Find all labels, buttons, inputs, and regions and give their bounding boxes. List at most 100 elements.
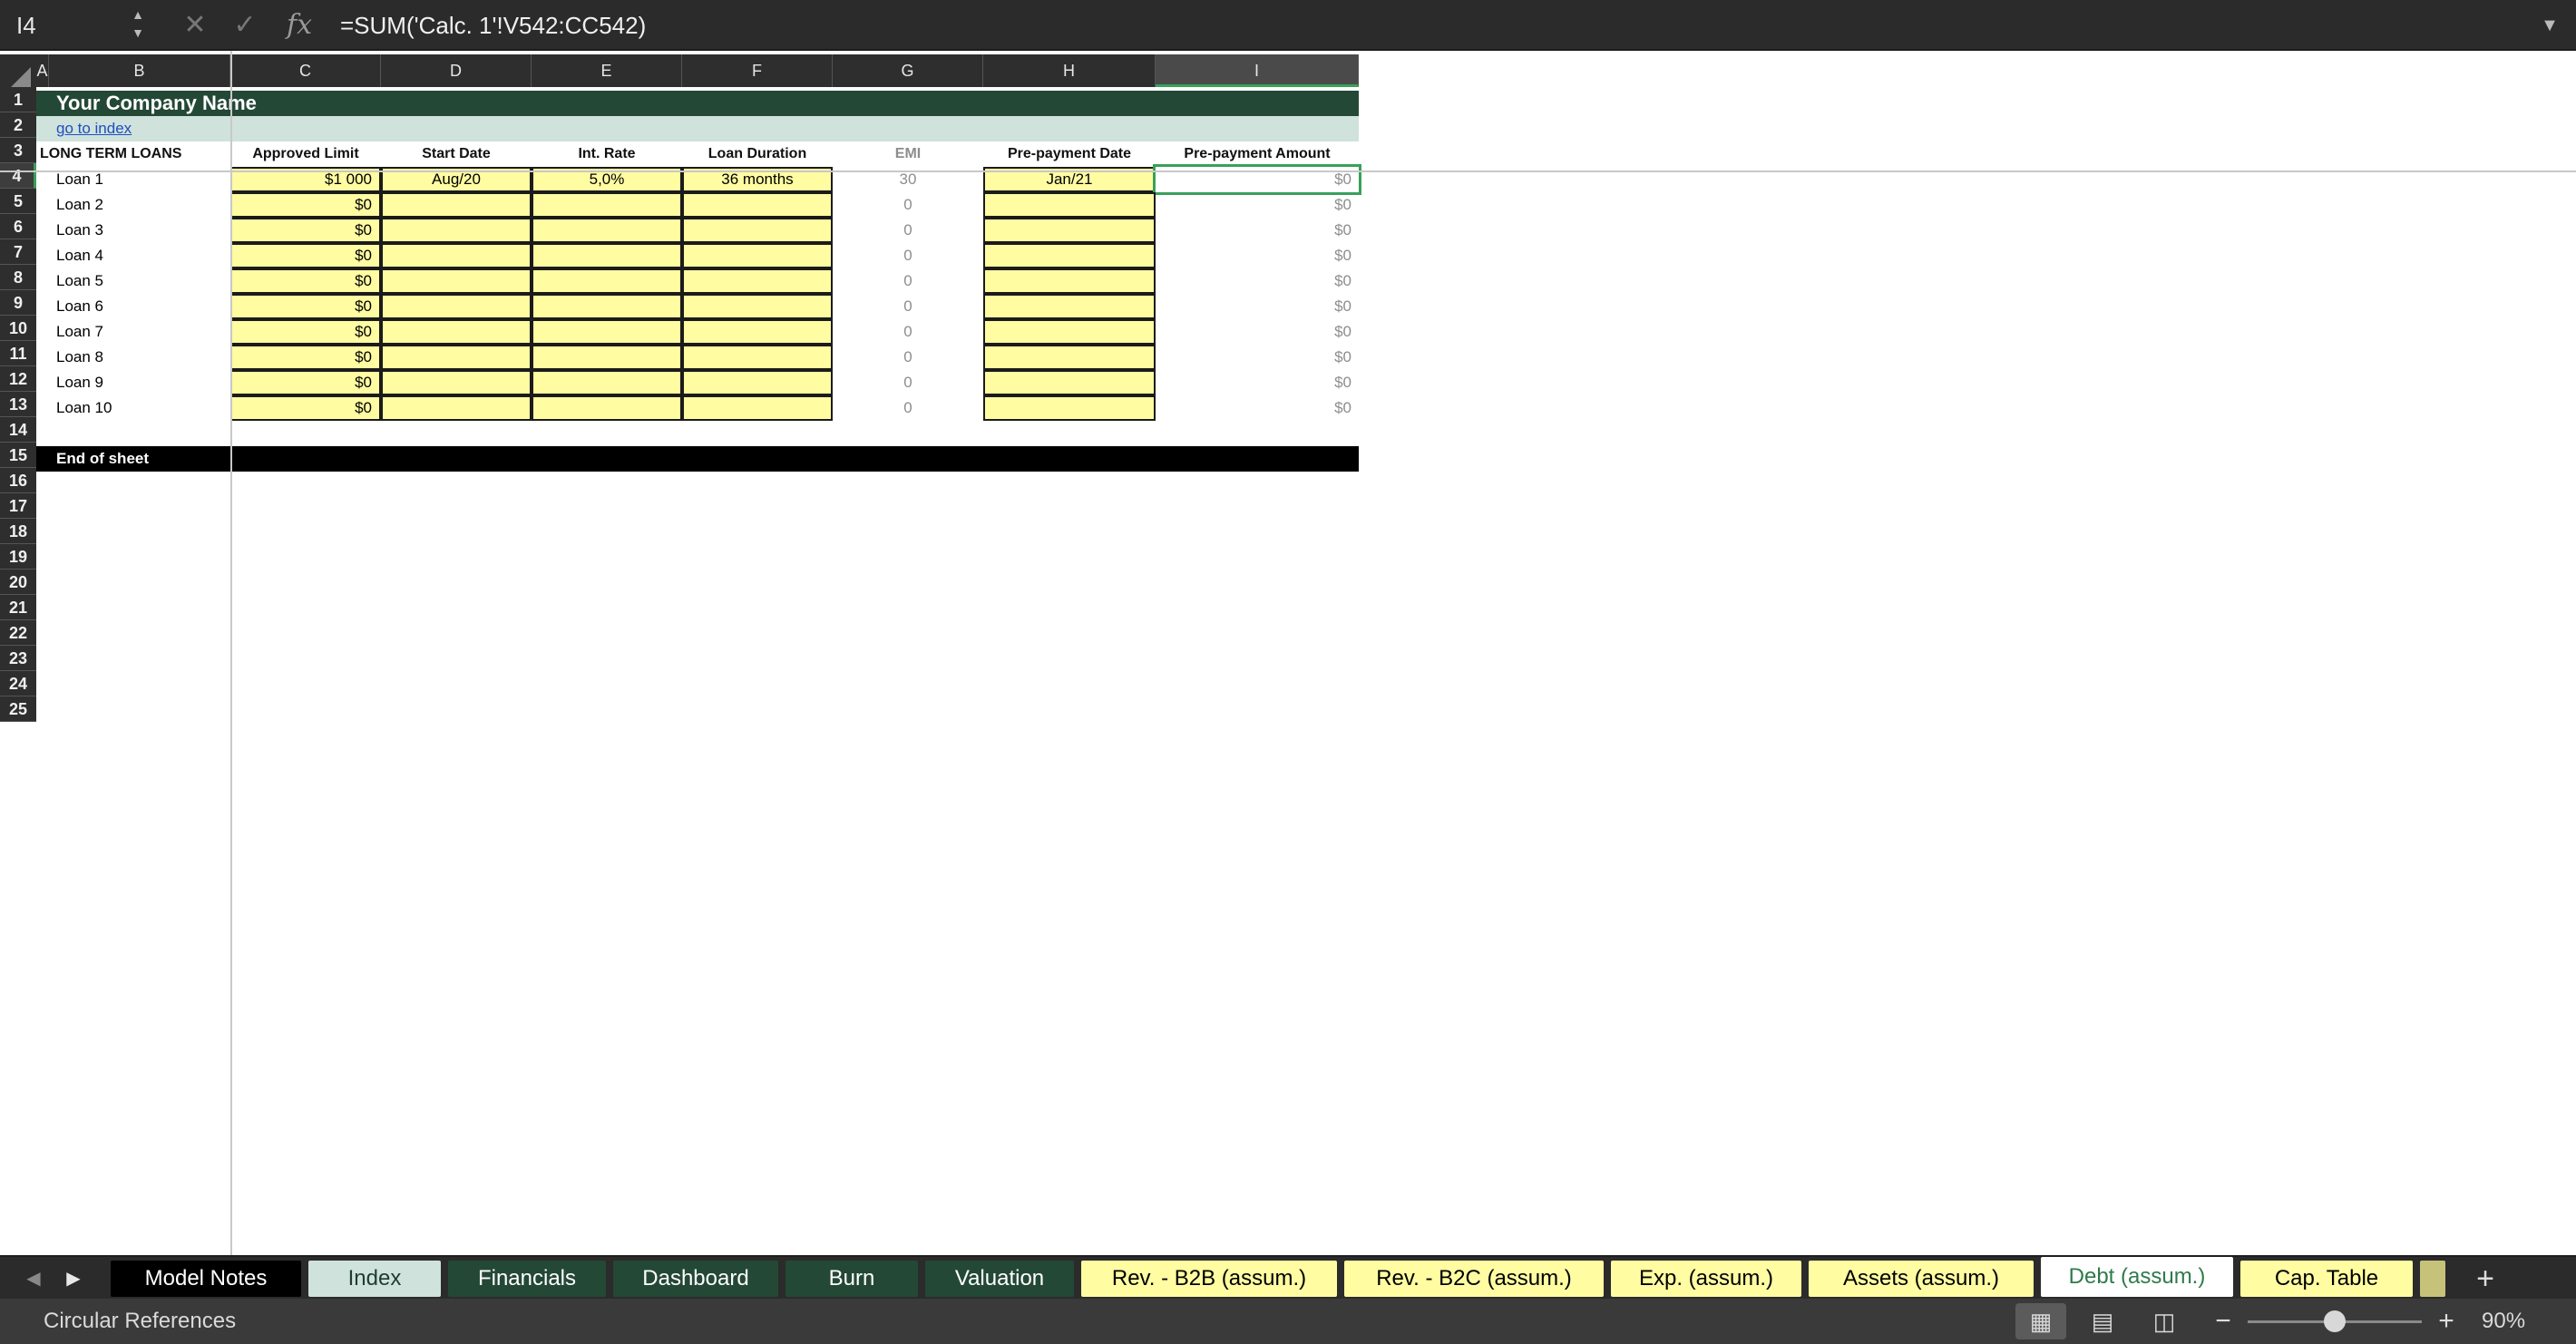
approved-limit-input[interactable]: $0 bbox=[230, 268, 381, 294]
column-header-f[interactable]: F bbox=[682, 54, 833, 87]
normal-view-icon[interactable]: ▦ bbox=[2015, 1303, 2066, 1339]
loan-name[interactable]: Loan 4 bbox=[49, 243, 230, 268]
prepayment-amount-value[interactable]: $0 bbox=[1156, 345, 1359, 370]
zoom-slider-thumb[interactable] bbox=[2324, 1310, 2346, 1332]
emi-value[interactable]: 0 bbox=[833, 319, 983, 345]
emi-value[interactable]: 0 bbox=[833, 218, 983, 243]
zoom-in-button[interactable]: + bbox=[2433, 1303, 2460, 1339]
row-header-18[interactable]: 18 bbox=[0, 519, 36, 544]
go-to-index-link[interactable]: go to index bbox=[49, 116, 230, 141]
loan-name[interactable]: Loan 3 bbox=[49, 218, 230, 243]
page-layout-view-icon[interactable]: ▤ bbox=[2077, 1303, 2128, 1339]
prepayment-amount-value[interactable]: $0 bbox=[1156, 294, 1359, 319]
prepayment-date-input[interactable] bbox=[983, 370, 1156, 395]
name-box-stepper-icon[interactable]: ▲ ▼ bbox=[127, 5, 149, 45]
emi-value[interactable]: 0 bbox=[833, 294, 983, 319]
sheet-tab-model-notes[interactable]: Model Notes bbox=[111, 1261, 301, 1297]
emi-value[interactable]: 0 bbox=[833, 345, 983, 370]
row-header-3[interactable]: 3 bbox=[0, 138, 36, 163]
interest-rate-input[interactable] bbox=[532, 319, 682, 345]
circular-references-status[interactable]: Circular References bbox=[44, 1299, 236, 1344]
interest-rate-input[interactable] bbox=[532, 345, 682, 370]
add-sheet-button[interactable]: + bbox=[2467, 1261, 2503, 1297]
loan-duration-input[interactable] bbox=[682, 243, 833, 268]
row-header-5[interactable]: 5 bbox=[0, 189, 36, 214]
prepayment-amount-value[interactable]: $0 bbox=[1156, 319, 1359, 345]
sheet-tab-rev-b2b-assum[interactable]: Rev. - B2B (assum.) bbox=[1081, 1261, 1337, 1297]
previous-sheet-icon[interactable]: ◀ bbox=[20, 1264, 47, 1293]
start-date-input[interactable] bbox=[381, 395, 532, 421]
start-date-input[interactable] bbox=[381, 319, 532, 345]
sheet-tab-dashboard[interactable]: Dashboard bbox=[613, 1261, 778, 1297]
approved-limit-input[interactable]: $0 bbox=[230, 243, 381, 268]
sheet-tab-valuation[interactable]: Valuation bbox=[925, 1261, 1074, 1297]
prepayment-amount-value[interactable]: $0 bbox=[1156, 268, 1359, 294]
loan-duration-input[interactable] bbox=[682, 345, 833, 370]
loan-duration-input[interactable] bbox=[682, 218, 833, 243]
sheet-tab-assets-assum[interactable]: Assets (assum.) bbox=[1809, 1261, 2034, 1297]
loan-name[interactable]: Loan 7 bbox=[49, 319, 230, 345]
column-header-d[interactable]: D bbox=[381, 54, 532, 87]
approved-limit-input[interactable]: $0 bbox=[230, 370, 381, 395]
row-header-7[interactable]: 7 bbox=[0, 239, 36, 265]
interest-rate-input[interactable] bbox=[532, 192, 682, 218]
loan-name[interactable]: Loan 2 bbox=[49, 192, 230, 218]
start-date-input[interactable] bbox=[381, 370, 532, 395]
prepayment-amount-value[interactable]: $0 bbox=[1156, 218, 1359, 243]
row-header-17[interactable]: 17 bbox=[0, 493, 36, 519]
sheet-tab-debt-assum[interactable]: Debt (assum.) bbox=[2041, 1257, 2233, 1297]
start-date-input[interactable] bbox=[381, 268, 532, 294]
loan-name[interactable]: Loan 5 bbox=[49, 268, 230, 294]
row-header-12[interactable]: 12 bbox=[0, 366, 36, 392]
row-header-24[interactable]: 24 bbox=[0, 671, 36, 696]
row-header-8[interactable]: 8 bbox=[0, 265, 36, 290]
sheet-tab-exp-assum[interactable]: Exp. (assum.) bbox=[1611, 1261, 1801, 1297]
approved-limit-input[interactable]: $0 bbox=[230, 218, 381, 243]
sheet-tab-burn[interactable]: Burn bbox=[785, 1261, 918, 1297]
approved-limit-input[interactable]: $0 bbox=[230, 294, 381, 319]
column-header-i[interactable]: I bbox=[1156, 54, 1359, 87]
column-header-e[interactable]: E bbox=[532, 54, 682, 87]
formula-input[interactable]: =SUM('Calc. 1'!V542:CC542) bbox=[331, 5, 2526, 45]
loan-duration-input[interactable] bbox=[682, 319, 833, 345]
column-header-c[interactable]: C bbox=[230, 54, 381, 87]
expand-formula-bar-icon[interactable]: ▼ bbox=[2536, 7, 2563, 44]
row-header-6[interactable]: 6 bbox=[0, 214, 36, 239]
start-date-input[interactable] bbox=[381, 345, 532, 370]
start-date-input[interactable] bbox=[381, 243, 532, 268]
row-header-22[interactable]: 22 bbox=[0, 620, 36, 646]
sheet-tab-overflow[interactable] bbox=[2420, 1261, 2445, 1297]
row-header-9[interactable]: 9 bbox=[0, 290, 36, 316]
approved-limit-input[interactable]: $0 bbox=[230, 192, 381, 218]
loan-duration-input[interactable] bbox=[682, 268, 833, 294]
column-header-h[interactable]: H bbox=[983, 54, 1156, 87]
prepayment-amount-value[interactable]: $0 bbox=[1156, 192, 1359, 218]
sheet-tab-cap-table[interactable]: Cap. Table bbox=[2240, 1261, 2413, 1297]
start-date-input[interactable] bbox=[381, 294, 532, 319]
column-header-a[interactable]: A bbox=[36, 54, 49, 87]
row-header-4[interactable]: 4 bbox=[0, 163, 36, 189]
insert-function-icon[interactable]: fx bbox=[281, 5, 317, 45]
sheet-tab-rev-b2c-assum[interactable]: Rev. - B2C (assum.) bbox=[1344, 1261, 1604, 1297]
zoom-level[interactable]: 90% bbox=[2482, 1299, 2525, 1344]
next-sheet-icon[interactable]: ▶ bbox=[60, 1264, 87, 1293]
start-date-input[interactable] bbox=[381, 218, 532, 243]
row-header-1[interactable]: 1 bbox=[0, 87, 36, 112]
prepayment-date-input[interactable] bbox=[983, 345, 1156, 370]
row-header-11[interactable]: 11 bbox=[0, 341, 36, 366]
emi-value[interactable]: 0 bbox=[833, 192, 983, 218]
loan-name[interactable]: Loan 8 bbox=[49, 345, 230, 370]
row-header-16[interactable]: 16 bbox=[0, 468, 36, 493]
prepayment-date-input[interactable] bbox=[983, 268, 1156, 294]
prepayment-date-input[interactable] bbox=[983, 192, 1156, 218]
prepayment-date-input[interactable] bbox=[983, 395, 1156, 421]
cancel-edit-icon[interactable]: ✕ bbox=[177, 7, 213, 44]
select-all-corner[interactable] bbox=[0, 54, 36, 87]
loan-name[interactable]: Loan 6 bbox=[49, 294, 230, 319]
row-header-21[interactable]: 21 bbox=[0, 595, 36, 620]
prepayment-date-input[interactable] bbox=[983, 294, 1156, 319]
loan-name[interactable]: Loan 9 bbox=[49, 370, 230, 395]
interest-rate-input[interactable] bbox=[532, 243, 682, 268]
interest-rate-input[interactable] bbox=[532, 268, 682, 294]
emi-value[interactable]: 0 bbox=[833, 243, 983, 268]
